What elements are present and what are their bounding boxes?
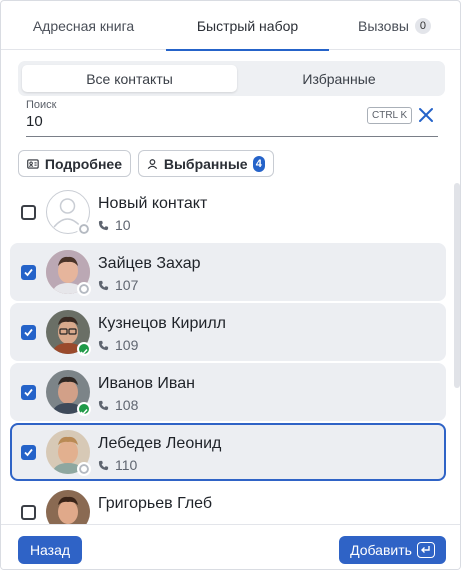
search-label: Поиск [26,99,57,111]
enter-key-icon [416,542,435,558]
contact-checkbox[interactable] [21,445,36,460]
contact-name: Григорьев Глеб [98,495,213,512]
clear-search-button[interactable] [416,105,436,125]
phone-icon [98,400,109,410]
back-label: Назад [29,542,71,558]
extension-number: 108 [115,397,139,413]
contact-extension: 107 [98,277,138,293]
contact-name: Иванов Иван [98,375,195,392]
extension-number: 107 [115,277,139,293]
add-label: Добавить [350,542,412,558]
extension-number: 109 [115,337,139,353]
contact-checkbox[interactable] [21,385,36,400]
contact-checkbox[interactable] [21,205,36,220]
list-scrollbar[interactable] [454,183,460,388]
shortcut-hint: CTRL K [367,107,413,124]
details-filter-button[interactable]: Подробнее [18,150,131,177]
status-offline-indicator [77,222,91,236]
contact-card-icon [27,158,39,169]
check-icon [24,388,33,397]
contact-checkbox[interactable] [21,505,36,520]
contact-checkbox[interactable] [21,265,36,280]
status-online-indicator [77,402,91,416]
selected-filter-button[interactable]: Выбранные 4 [138,150,274,177]
quick-dial-panel: Адресная книга Быстрый набор Вызовы 0 Все… [0,0,461,570]
extension-number: 10 [115,217,131,233]
status-offline-indicator [77,462,91,476]
avatar-photo [46,490,90,525]
tab-bar: Адресная книга Быстрый набор Вызовы 0 [1,1,460,51]
selected-label: Выбранные [163,155,248,172]
phone-icon [98,340,109,350]
tab-quick-dial[interactable]: Быстрый набор [166,1,329,51]
status-online-indicator [77,342,91,356]
selected-count-badge: 4 [252,155,265,172]
contact-row[interactable]: Григорьев Глеб [10,483,446,525]
search-field: Поиск CTRL K [26,99,438,137]
extension-number: 110 [115,457,138,473]
tab-label: Вызовы [358,17,409,34]
contact-name: Кузнецов Кирилл [98,315,226,332]
contact-extension: 109 [98,337,138,353]
contact-extension: 110 [98,457,137,473]
calls-count-badge: 0 [414,17,431,34]
contact-name: Новый контакт [98,195,208,212]
segment-favorites[interactable]: Избранные [237,65,441,92]
contact-name: Лебедев Леонид [98,435,222,452]
status-offline-indicator [77,282,91,296]
footer-bar: Назад Добавить [1,524,460,569]
check-icon [24,448,33,457]
contact-list: Новый контакт 10 Зайцев Захар 107 Кузнец… [1,183,451,525]
back-button[interactable]: Назад [18,536,82,564]
check-icon [24,328,33,337]
tab-calls[interactable]: Вызовы 0 [329,1,460,50]
contact-row[interactable]: Кузнецов Кирилл 109 [10,303,446,361]
contact-extension: 10 [98,217,131,233]
add-button[interactable]: Добавить [339,536,446,564]
check-icon [24,268,33,277]
contact-row[interactable]: Зайцев Захар 107 [10,243,446,301]
phone-icon [98,460,109,470]
contact-checkbox[interactable] [21,325,36,340]
tab-label: Адресная книга [32,17,135,34]
user-icon [147,158,158,169]
segment-all-contacts[interactable]: Все контакты [22,65,237,92]
avatar [46,490,90,525]
search-input[interactable] [26,113,346,130]
tab-address-book[interactable]: Адресная книга [1,1,166,50]
contact-extension: 108 [98,397,138,413]
tab-label: Быстрый набор [196,17,299,34]
phone-icon [98,220,109,230]
contact-row[interactable]: Новый контакт 10 [10,183,446,241]
contact-name: Зайцев Захар [98,255,201,272]
contact-row[interactable]: Иванов Иван 108 [10,363,446,421]
details-label: Подробнее [44,155,122,172]
phone-icon [98,280,109,290]
check-icon [80,349,88,356]
contact-row[interactable]: Лебедев Леонид 110 [10,423,446,481]
close-icon [419,108,433,122]
contacts-segment-control: Все контакты Избранные [18,61,445,96]
check-icon [80,409,88,416]
